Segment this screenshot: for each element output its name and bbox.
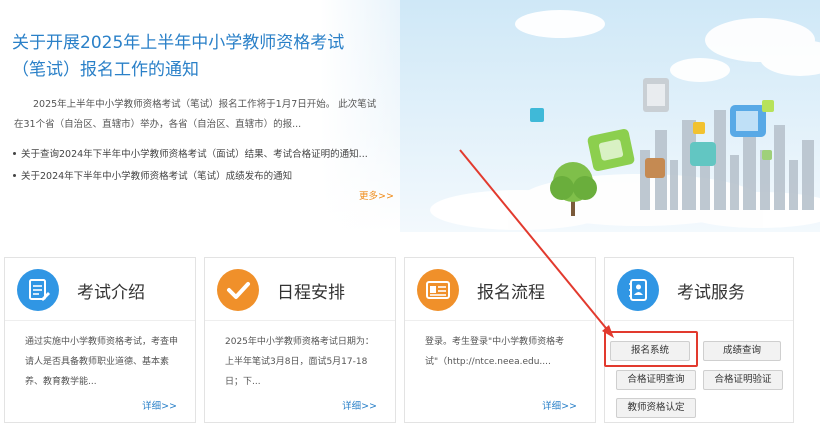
bullet-icon	[13, 152, 16, 155]
bullet-icon	[13, 174, 16, 177]
checkmark-icon	[217, 269, 259, 311]
teacher-certification-button[interactable]: 教师资格认定	[616, 398, 696, 418]
details-link[interactable]: 详细>>	[342, 398, 377, 412]
card-description: 2025年中小学教师资格考试日期为：上半年笔试3月8日，面试5月17-18日；下…	[225, 337, 374, 387]
registration-system-button[interactable]: 报名系统	[610, 341, 690, 361]
card-header: 考试服务	[605, 258, 793, 321]
news-list: 关于查询2024年下半年中小学教师资格考试（面试）结果、考试合格证明的通知...…	[10, 144, 390, 188]
details-link[interactable]: 详细>>	[542, 398, 577, 412]
contact-book-icon	[617, 269, 659, 311]
card-schedule: 日程安排 2025年中小学教师资格考试日期为：上半年笔试3月8日，面试5月17-…	[204, 257, 396, 423]
score-query-button[interactable]: 成绩查询	[703, 341, 781, 361]
news-item[interactable]: 关于查询2024年下半年中小学教师资格考试（面试）结果、考试合格证明的通知...	[10, 144, 390, 166]
card-header: 报名流程	[405, 258, 595, 321]
card-title[interactable]: 日程安排	[277, 278, 345, 303]
news-item-label: 关于查询2024年下半年中小学教师资格考试（面试）结果、考试合格证明的通知...	[21, 149, 368, 160]
card-title[interactable]: 考试服务	[677, 278, 745, 303]
details-link[interactable]: 详细>>	[142, 398, 177, 412]
document-icon	[17, 269, 59, 311]
card-registration-process: 报名流程 登录。考生登录"中小学教师资格考试"（http://ntce.neea…	[404, 257, 596, 423]
news-item-label: 关于2024年下半年中小学教师资格考试（笔试）成绩发布的通知	[21, 171, 293, 182]
more-news-link[interactable]: 更多>>	[359, 188, 394, 202]
headline-news-link[interactable]: 关于开展2025年上半年中小学教师资格考试（笔试）报名工作的通知	[12, 30, 377, 84]
card-title[interactable]: 考试介绍	[77, 278, 145, 303]
id-card-icon	[417, 269, 459, 311]
card-description: 通过实施中小学教师资格考试，考查申请人是否具备教师职业道德、基本素养、教育教学能…	[25, 337, 179, 387]
card-title[interactable]: 报名流程	[477, 278, 545, 303]
card-exam-intro: 考试介绍 通过实施中小学教师资格考试，考查申请人是否具备教师职业道德、基本素养、…	[4, 257, 196, 423]
certificate-verify-button[interactable]: 合格证明验证	[703, 370, 783, 390]
news-item[interactable]: 关于2024年下半年中小学教师资格考试（笔试）成绩发布的通知	[10, 166, 390, 188]
hero-banner: 关于开展2025年上半年中小学教师资格考试（笔试）报名工作的通知 2025年上半…	[0, 0, 820, 232]
card-description: 登录。考生登录"中小学教师资格考试"（http://ntce.neea.edu.…	[425, 337, 565, 367]
certificate-query-button[interactable]: 合格证明查询	[616, 370, 696, 390]
card-header: 日程安排	[205, 258, 395, 321]
card-header: 考试介绍	[5, 258, 195, 321]
headline-summary: 2025年上半年中小学教师资格考试（笔试）报名工作将于1月7日开始。 此次笔试在…	[14, 99, 377, 130]
